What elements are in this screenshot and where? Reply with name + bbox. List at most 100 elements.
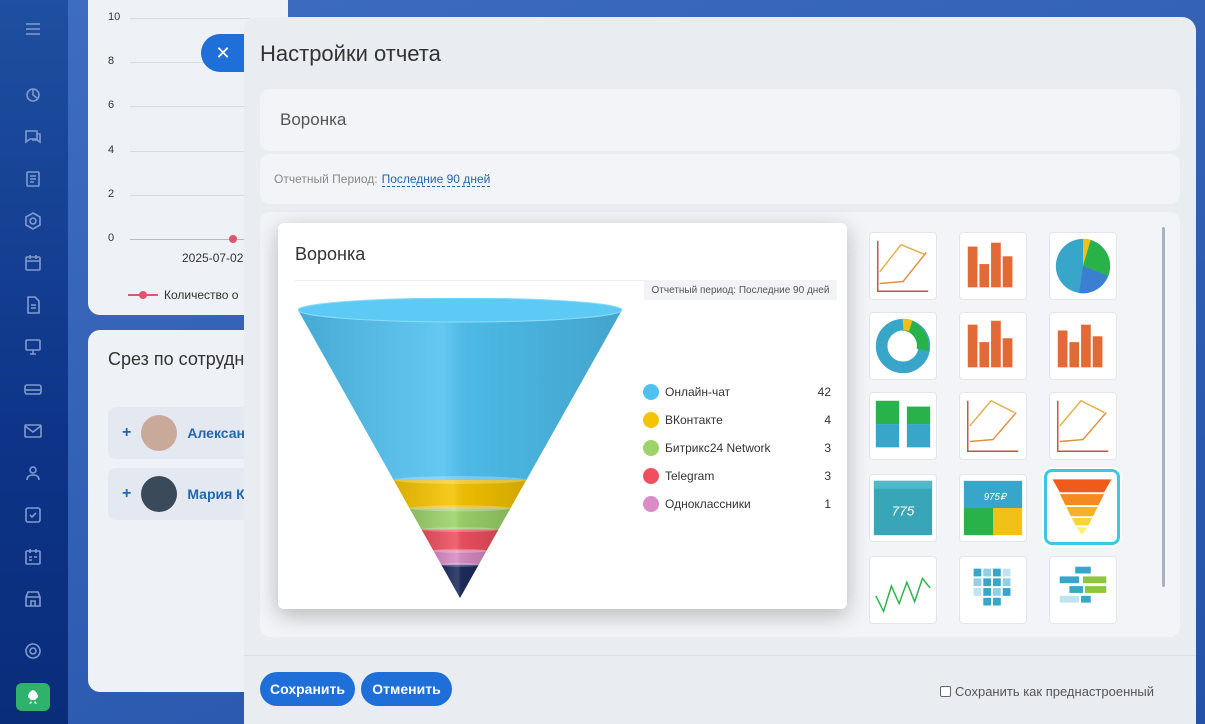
data-point (229, 235, 237, 243)
legend-dot-icon (643, 496, 659, 512)
legend-item[interactable]: Telegram 3 (643, 462, 833, 490)
line-chart-thumb[interactable] (1049, 392, 1117, 460)
funnel-band-edge (409, 505, 511, 512)
line-chart-icon (877, 240, 929, 292)
funnel-chart (298, 298, 623, 598)
heatmap-thumb[interactable] (959, 556, 1027, 624)
grid-line (130, 18, 250, 19)
bar-chart-thumb[interactable] (1049, 312, 1117, 380)
gallery-scrollbar[interactable] (1162, 227, 1165, 587)
sparkline-thumb[interactable] (869, 556, 937, 624)
gantt-thumb[interactable] (1049, 556, 1117, 624)
number-grid-thumb[interactable]: 975₽ (959, 474, 1027, 542)
funnel-shade (421, 529, 499, 551)
pie-chart-icon (1055, 238, 1111, 294)
legend-label: Количество о (164, 288, 239, 302)
save-as-preset[interactable]: Сохранить как преднастроенный (940, 684, 1154, 699)
sparkline-icon (875, 576, 931, 614)
period-field: Отчетный Период: Последние 90 дней (260, 154, 1180, 204)
legend-value: 42 (817, 385, 831, 399)
legend-value: 3 (824, 469, 831, 483)
expand-plus-icon[interactable]: + (122, 424, 131, 442)
document-icon[interactable] (22, 294, 44, 316)
bar-chart-icon (1057, 324, 1103, 368)
legend-item[interactable]: ВКонтакте 4 (643, 406, 833, 434)
line-chart-thumb[interactable] (959, 392, 1027, 460)
legend-item[interactable]: Онлайн-чат 42 (643, 378, 833, 406)
bar-chart-icon (967, 242, 1013, 288)
preset-checkbox[interactable] (940, 686, 951, 697)
drive-icon[interactable] (22, 378, 44, 400)
grid-line (130, 106, 250, 107)
calendar-icon[interactable] (22, 252, 44, 274)
store-icon[interactable] (22, 588, 44, 610)
stacked-bar-thumb[interactable] (869, 392, 937, 460)
line-chart-icon (1057, 399, 1109, 452)
stacked-bar-icon (875, 400, 931, 448)
cancel-button[interactable]: Отменить (361, 672, 452, 706)
y-tick: 6 (108, 99, 115, 111)
menu-icon[interactable] (22, 18, 44, 40)
funnel-band-edge (441, 562, 479, 567)
preset-label: Сохранить как преднастроенный (955, 684, 1155, 699)
legend-dot-icon (643, 468, 659, 484)
number-grid-text: 975₽ (984, 492, 1008, 503)
bar-chart-thumb[interactable] (959, 232, 1027, 300)
number-widget-thumb[interactable]: 775 (869, 474, 937, 542)
y-tick: 4 (108, 144, 115, 156)
rocket-icon[interactable] (16, 683, 50, 711)
close-icon: ✕ (215, 42, 231, 63)
legend-label: Telegram (665, 469, 715, 483)
legend-item[interactable]: Битрикс24 Network 3 (643, 434, 833, 462)
funnel-band-edge (433, 548, 487, 553)
contact-center-icon[interactable] (22, 336, 44, 358)
close-slider-button[interactable]: ✕ (201, 34, 245, 72)
legend-label: Онлайн-чат (665, 385, 731, 399)
y-tick: 10 (108, 11, 121, 23)
legend-dot-icon (643, 440, 659, 456)
report-name-field[interactable]: Воронка (260, 89, 1180, 151)
funnel-top-ellipse (298, 298, 623, 323)
period-link[interactable]: Последние 90 дней (381, 172, 491, 187)
funnel-band-edge (393, 476, 527, 484)
line-chart-thumb[interactable] (869, 232, 937, 300)
crm-icon[interactable] (22, 210, 44, 232)
funnel-band-edge (421, 527, 499, 532)
funnel-icon (1052, 479, 1112, 535)
sales-icon[interactable] (22, 84, 44, 106)
legend-item[interactable]: Одноклассники 1 (643, 490, 833, 518)
y-tick: 0 (108, 232, 115, 244)
y-tick: 8 (108, 55, 115, 67)
save-button[interactable]: Сохранить (260, 672, 355, 706)
x-date-label: 2025-07-02 (182, 251, 244, 265)
pie-chart-thumb[interactable] (1049, 232, 1117, 300)
checkbox-icon[interactable] (22, 504, 44, 526)
employees-icon[interactable] (22, 462, 44, 484)
legend-line-icon (128, 291, 158, 299)
tasks-icon[interactable] (22, 168, 44, 190)
bar-chart-thumb[interactable] (959, 312, 1027, 380)
employee-name[interactable]: Алексан (187, 425, 245, 441)
legend-value: 3 (824, 441, 831, 455)
chat-icon[interactable] (22, 126, 44, 148)
settings-icon[interactable] (22, 640, 44, 662)
popup-period-badge: Отчетный период: Последние 90 дней (644, 280, 837, 300)
funnel-shade (409, 508, 511, 530)
expand-plus-icon[interactable]: + (122, 485, 131, 503)
funnel-shade (433, 550, 487, 565)
mail-icon[interactable] (22, 420, 44, 442)
popup-title: Воронка (295, 244, 366, 264)
background-legend: Количество о (128, 288, 238, 302)
legend-label: Битрикс24 Network (665, 441, 771, 455)
employee-name[interactable]: Мария К (187, 486, 244, 502)
funnel-preview-popup: Воронка Отчетный период: Последние 90 дн… (278, 223, 847, 609)
grid-line (130, 195, 250, 196)
schedule-icon[interactable] (22, 546, 44, 568)
legend-label: ВКонтакте (665, 413, 723, 427)
funnel-thumb-selected[interactable] (1044, 469, 1120, 545)
donut-chart-thumb[interactable] (869, 312, 937, 380)
funnel-shade (393, 480, 527, 509)
gantt-icon (1059, 566, 1107, 603)
left-sidebar (0, 0, 68, 724)
number-widget-text: 775 (892, 504, 915, 519)
